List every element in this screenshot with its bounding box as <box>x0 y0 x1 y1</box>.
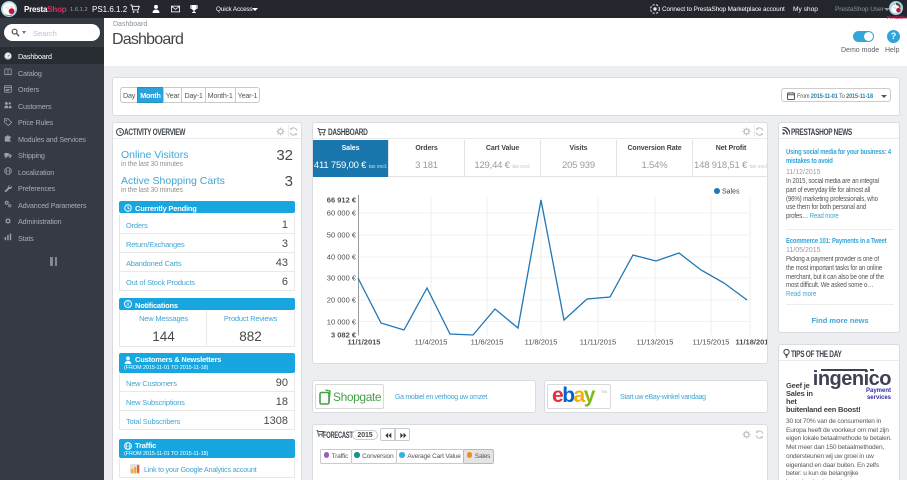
svg-text:30 000 €: 30 000 € <box>327 274 357 283</box>
svg-text:11/6/2015: 11/6/2015 <box>471 338 504 347</box>
svg-text:11/15/2015: 11/15/2015 <box>693 338 730 347</box>
svg-text:66 912 €: 66 912 € <box>327 196 357 205</box>
svg-text:11/13/2015: 11/13/2015 <box>637 338 674 347</box>
svg-text:60 000 €: 60 000 € <box>327 209 357 218</box>
svg-text:40 000 €: 40 000 € <box>327 253 357 262</box>
svg-text:10 000 €: 10 000 € <box>327 318 357 327</box>
svg-text:11/4/2015: 11/4/2015 <box>415 338 448 347</box>
svg-text:11/8/2015: 11/8/2015 <box>525 338 558 347</box>
svg-text:11/1/2015: 11/1/2015 <box>348 338 381 347</box>
svg-text:11/11/2015: 11/11/2015 <box>580 338 616 347</box>
svg-text:20 000 €: 20 000 € <box>327 296 357 305</box>
svg-text:Sales: Sales <box>722 189 740 196</box>
svg-text:50 000 €: 50 000 € <box>327 231 357 240</box>
svg-text:11/18/201: 11/18/201 <box>736 338 768 347</box>
